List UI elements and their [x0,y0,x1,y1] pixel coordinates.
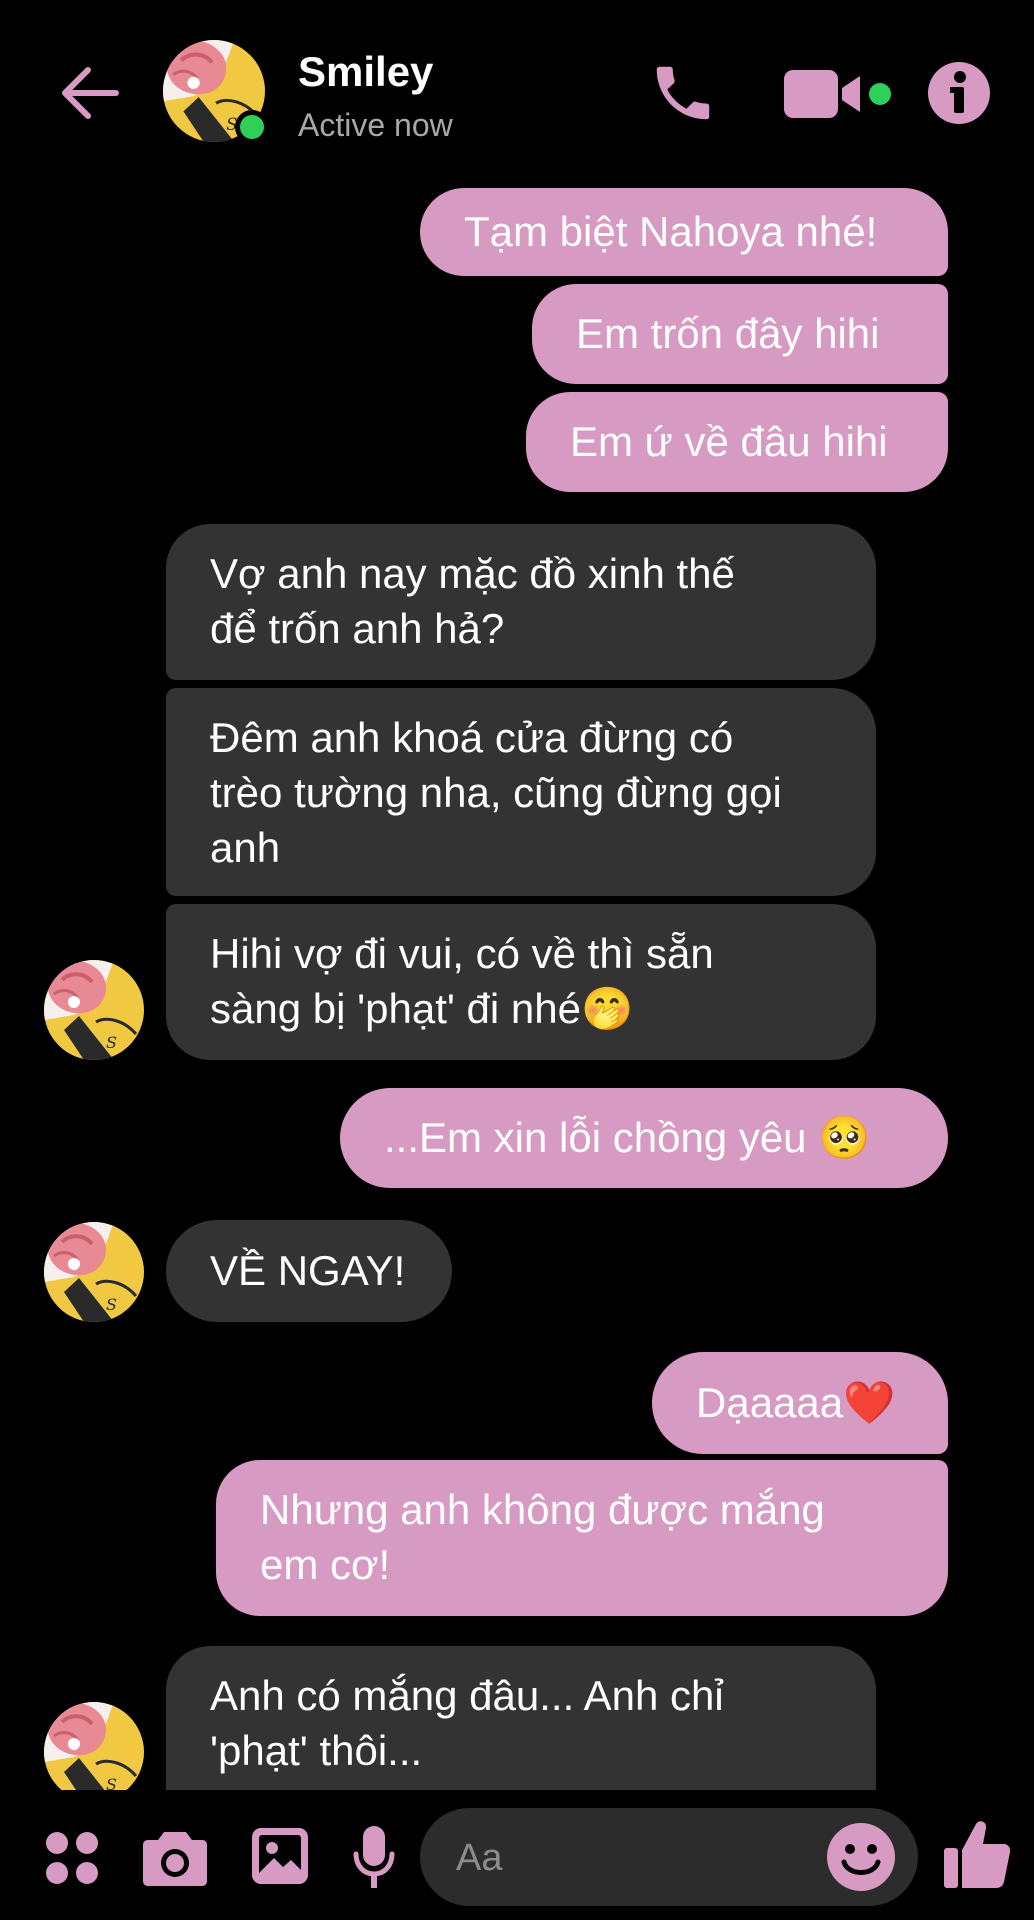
camera-icon [143,1832,207,1886]
message-bubble-outgoing[interactable]: Em trốn đây hihi [532,284,948,384]
online-status-dot [235,110,269,144]
video-call-button[interactable] [782,66,894,122]
message-bubble-outgoing[interactable]: ...Em xin lỗi chồng yêu 🥺 [340,1088,948,1188]
more-actions-button[interactable] [44,1830,100,1886]
sender-avatar[interactable] [44,1702,144,1790]
thumbs-up-icon [944,1821,1011,1888]
voice-message-button[interactable] [352,1824,396,1890]
message-bubble-incoming[interactable]: Vợ anh nay mặc đồ xinh thế để trốn anh h… [166,524,876,680]
message-thread[interactable]: Tạm biệt Nahoya nhé! Em trốn đây hihi Em… [0,180,1034,1790]
sender-avatar[interactable] [44,1222,144,1322]
message-composer [0,1790,1034,1920]
back-button[interactable] [58,62,120,124]
apps-grid-icon [46,1832,98,1884]
contact-avatar[interactable] [163,40,269,144]
conversation-info-button[interactable] [926,60,992,126]
message-bubble-outgoing[interactable]: Em ứ về đâu hihi [526,392,948,492]
message-bubble-outgoing[interactable]: Dạaaaa❤️ [652,1352,948,1454]
message-input-field[interactable] [420,1808,918,1906]
gallery-button[interactable] [250,1826,310,1886]
voice-call-button[interactable] [648,58,718,128]
video-camera-icon [784,70,891,118]
message-input[interactable] [454,1832,818,1884]
message-bubble-incoming[interactable]: Hihi vợ đi vui, có về thì sẵn sàng bị 'p… [166,904,876,1060]
image-icon [252,1828,308,1884]
message-bubble-outgoing[interactable]: Tạm biệt Nahoya nhé! [420,188,948,276]
info-icon [928,62,990,124]
emoji-button[interactable] [826,1822,896,1892]
camera-button[interactable] [142,1828,208,1888]
microphone-icon [353,1826,395,1888]
message-bubble-incoming[interactable]: Anh có mắng đâu... Anh chỉ 'phạt' thôi..… [166,1646,876,1790]
message-bubble-outgoing[interactable]: Nhưng anh không được mắng em cơ! [216,1460,948,1616]
like-button[interactable] [942,1818,1012,1890]
smiley-icon [827,1823,895,1891]
contact-status: Active now [298,107,453,143]
message-bubble-incoming[interactable]: Đêm anh khoá cửa đừng có trèo tường nha,… [166,688,876,896]
conversation-header: Smiley Active now [0,0,1034,180]
sender-avatar[interactable] [44,960,144,1060]
phone-icon [656,66,710,120]
contact-name[interactable]: Smiley [298,48,433,96]
arrow-left-icon [62,67,119,119]
message-bubble-incoming[interactable]: VỀ NGAY! [166,1220,452,1322]
